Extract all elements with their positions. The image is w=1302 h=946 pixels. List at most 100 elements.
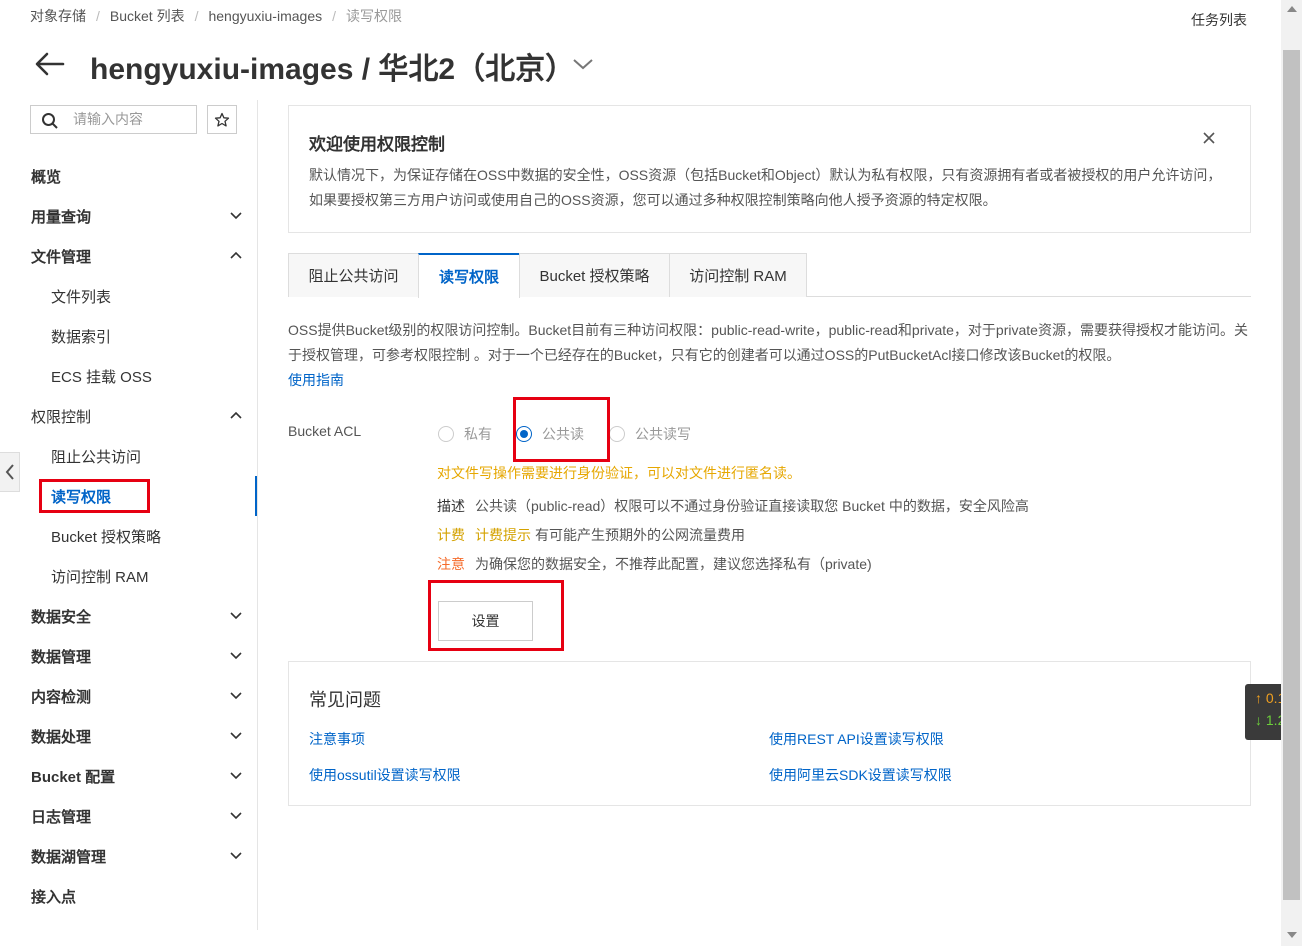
welcome-title: 欢迎使用权限控制 — [309, 135, 445, 154]
chevron-down-icon — [230, 772, 242, 780]
chevron-down-icon — [230, 612, 242, 620]
desc-text: 公共读（public-read）权限可以不通过身份验证直接读取您 Bucket … — [475, 498, 1029, 514]
sidebar-item-label: 文件列表 — [51, 288, 112, 306]
sidebar-item-log-management[interactable]: 日志管理 — [0, 796, 257, 836]
sidebar-collapse-button[interactable] — [0, 452, 20, 492]
sidebar-item-label: Bucket 配置 — [31, 768, 116, 786]
acl-warning: 对文件写操作需要进行身份验证，可以对文件进行匿名读。 — [437, 465, 801, 481]
sidebar-item-label: 数据处理 — [31, 728, 92, 746]
sidebar-item-permission-control[interactable]: 权限控制 — [0, 396, 257, 436]
set-button[interactable]: 设置 — [438, 601, 533, 641]
radio-public-read-write[interactable]: 公共读写 — [609, 424, 691, 444]
guide-link[interactable]: 使用指南 — [288, 368, 344, 393]
sidebar-item-ecs-mount[interactable]: ECS 挂载 OSS — [0, 356, 257, 396]
fee-tip: 计费提示 — [475, 527, 531, 543]
sidebar-item-label: 文件管理 — [31, 248, 92, 266]
sidebar-item-block-public-access[interactable]: 阻止公共访问 — [0, 436, 257, 476]
sidebar-item-label: 权限控制 — [31, 408, 92, 426]
tab-read-write-permission[interactable]: 读写权限 — [418, 253, 520, 298]
acl-fee: 计费 计费提示 有可能产生预期外的公网流量费用 — [437, 525, 745, 545]
chevron-down-icon — [230, 852, 242, 860]
sidebar-item-label: 数据索引 — [51, 328, 112, 346]
sidebar-item-data-processing[interactable]: 数据处理 — [0, 716, 257, 756]
sidebar-item-label: 日志管理 — [31, 808, 92, 826]
faq-title: 常见问题 — [309, 690, 381, 710]
chevron-down-icon — [230, 732, 242, 740]
search-input[interactable] — [73, 108, 191, 130]
chevron-down-icon — [230, 652, 242, 660]
scroll-up-arrow-icon[interactable] — [1287, 6, 1297, 12]
desc-tag: 描述 — [437, 498, 465, 514]
sidebar-item-label: 阻止公共访问 — [51, 448, 142, 466]
breadcrumb-bucket[interactable]: hengyuxiu-images — [208, 8, 322, 24]
scroll-down-arrow-icon[interactable] — [1287, 932, 1297, 938]
sidebar-item-label: 数据湖管理 — [31, 848, 107, 866]
network-speed-widget: ↑ 0.1 K ↓ 1.2 K — [1245, 684, 1281, 740]
back-arrow-icon[interactable] — [34, 48, 66, 80]
radio-public-read[interactable]: 公共读 — [516, 424, 584, 444]
chevron-down-icon — [230, 692, 242, 700]
radio-label: 私有 — [464, 426, 492, 442]
radio-circle — [609, 426, 625, 442]
faq-link-ossutil[interactable]: 使用ossutil设置读写权限 — [309, 765, 461, 785]
breadcrumb-separator: / — [96, 8, 100, 24]
faq-link-notes[interactable]: 注意事项 — [309, 729, 365, 749]
favorite-button[interactable] — [207, 105, 237, 134]
active-indicator — [255, 476, 257, 516]
sidebar-item-label: Bucket 授权策略 — [51, 528, 162, 546]
sidebar-item-bucket-config[interactable]: Bucket 配置 — [0, 756, 257, 796]
fee-text: 有可能产生预期外的公网流量费用 — [535, 527, 745, 543]
acl-description: 描述 公共读（public-read）权限可以不通过身份验证直接读取您 Buck… — [437, 496, 1029, 516]
tab-bucket-policy[interactable]: Bucket 授权策略 — [519, 253, 670, 297]
sidebar-item-label: 数据安全 — [31, 608, 92, 626]
breadcrumb: 对象存储 / Bucket 列表 / hengyuxiu-images / 读写… — [30, 7, 402, 25]
breadcrumb-separator: / — [194, 8, 199, 24]
note-text: 为确保您的数据安全，不推荐此配置，建议您选择私有（private) — [475, 556, 872, 572]
task-list-link[interactable]: 任务列表 — [1191, 10, 1247, 30]
faq-link-sdk[interactable]: 使用阿里云SDK设置读写权限 — [769, 765, 952, 785]
radio-circle — [516, 426, 532, 442]
sidebar-item-bucket-policy[interactable]: Bucket 授权策略 — [0, 516, 257, 556]
sidebar-item-data-security[interactable]: 数据安全 — [0, 596, 257, 636]
sidebar-item-label: ECS 挂载 OSS — [51, 368, 152, 386]
note-tag: 注意 — [437, 556, 465, 572]
search-box — [30, 105, 197, 134]
tab-ram[interactable]: 访问控制 RAM — [669, 253, 807, 297]
scrollbar-thumb[interactable] — [1283, 50, 1300, 900]
chevron-down-icon[interactable] — [571, 54, 595, 74]
faq-link-rest-api[interactable]: 使用REST API设置读写权限 — [769, 729, 944, 749]
breadcrumb-bucket-list[interactable]: Bucket 列表 — [110, 6, 185, 26]
upload-speed: ↑ 0.1 K — [1255, 690, 1281, 706]
download-speed: ↓ 1.2 K — [1255, 712, 1281, 728]
sidebar-item-content-detection[interactable]: 内容检测 — [0, 676, 257, 716]
acl-note: 注意 为确保您的数据安全，不推荐此配置，建议您选择私有（private) — [437, 554, 872, 574]
sidebar-item-data-index[interactable]: 数据索引 — [0, 316, 257, 356]
close-icon[interactable] — [1201, 130, 1217, 146]
chevron-left-icon — [5, 464, 14, 480]
radio-circle — [438, 426, 454, 442]
sidebar-item-label: 概览 — [31, 168, 62, 186]
sidebar-item-usage[interactable]: 用量查询 — [0, 196, 257, 236]
sidebar-item-overview[interactable]: 概览 — [0, 156, 257, 196]
sidebar-item-file-list[interactable]: 文件列表 — [0, 276, 257, 316]
breadcrumb-separator: / — [332, 8, 336, 24]
breadcrumb-object-storage[interactable]: 对象存储 — [30, 6, 86, 26]
radio-label: 公共读 — [542, 426, 584, 442]
sidebar-item-file-management[interactable]: 文件管理 — [0, 236, 257, 276]
tab-bar: 阻止公共访问 读写权限 Bucket 授权策略 访问控制 RAM — [288, 253, 1251, 298]
acl-label: Bucket ACL — [288, 423, 362, 439]
page-title: hengyuxiu-images / 华北2（北京） — [90, 53, 576, 86]
sidebar-item-label: 用量查询 — [31, 208, 92, 226]
welcome-panel: 欢迎使用权限控制 默认情况下，为保证存储在OSS中数据的安全性，OSS资源（包括… — [288, 105, 1251, 233]
sidebar-item-access-point[interactable]: 接入点 — [0, 876, 257, 916]
sidebar-item-ram[interactable]: 访问控制 RAM — [0, 556, 257, 596]
radio-private[interactable]: 私有 — [438, 424, 492, 444]
sidebar-item-data-lake[interactable]: 数据湖管理 — [0, 836, 257, 876]
tab-block-public-access[interactable]: 阻止公共访问 — [288, 253, 419, 297]
intro-text: OSS提供Bucket级别的权限访问控制。Bucket目前有三种访问权限：pub… — [288, 322, 1248, 363]
radio-label: 公共读写 — [635, 426, 691, 442]
sidebar-item-label: 内容检测 — [31, 688, 92, 706]
sidebar-item-read-write-permission[interactable]: 读写权限 — [0, 476, 257, 516]
page-scrollbar[interactable] — [1281, 0, 1302, 946]
sidebar-item-data-management[interactable]: 数据管理 — [0, 636, 257, 676]
